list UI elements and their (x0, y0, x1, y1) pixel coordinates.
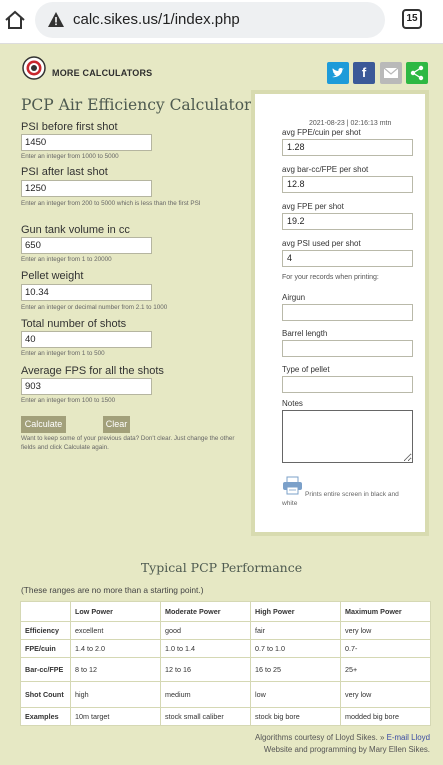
table-cell: low (250, 681, 341, 708)
fpe-cuin-value: 1.28 (282, 139, 413, 156)
table-header-cell: Moderate Power (160, 601, 251, 622)
table-header-row: Low Power Moderate Power High Power Maxi… (20, 601, 431, 622)
table-cell: high (70, 681, 161, 708)
table-cell: 1.0 to 1.4 (160, 639, 251, 658)
avg-psi-label: avg PSI used per shot (282, 239, 361, 248)
tank-volume-input[interactable] (21, 237, 152, 254)
table-cell: good (160, 621, 251, 640)
table-row: Shot Count high medium low very low (20, 681, 431, 708)
twitter-icon[interactable] (327, 62, 349, 84)
pellet-type-input[interactable] (282, 376, 413, 393)
psi-after-hint: Enter an integer from 200 to 5000 which … (21, 200, 201, 207)
email-icon[interactable] (380, 62, 402, 84)
calculate-button[interactable]: Calculate (21, 416, 66, 433)
home-icon[interactable] (4, 9, 26, 31)
pellet-type-label: Type of pellet (282, 365, 330, 374)
avg-fpe-value: 19.2 (282, 213, 413, 230)
table-cell: 12 to 16 (160, 657, 251, 682)
notes-label: Notes (282, 399, 303, 408)
pellet-weight-hint: Enter an integer or decimal number from … (21, 304, 168, 311)
keep-data-note: Want to keep some of your previous data?… (21, 435, 235, 451)
credits-algorithms: Algorithms courtesy of Lloyd Sikes. » (255, 733, 385, 742)
psi-before-input[interactable] (21, 134, 152, 151)
credits: Algorithms courtesy of Lloyd Sikes. » E-… (180, 732, 430, 756)
tab-switcher-button[interactable]: 15 (402, 9, 422, 29)
email-lloyd-link[interactable]: E-mail Lloyd (387, 733, 430, 742)
performance-title: Typical PCP Performance (140, 560, 303, 575)
table-cell: 10m target (70, 707, 161, 726)
clear-button[interactable]: Clear (103, 416, 130, 433)
pellet-weight-input[interactable] (21, 284, 152, 301)
table-cell: modded big bore (340, 707, 431, 726)
table-row: Efficiency excellent good fair very low (20, 621, 431, 640)
table-row: Bar-cc/FPE 8 to 12 12 to 16 16 to 25 25+ (20, 657, 431, 682)
credits-website: Website and programming by Mary Ellen Si… (263, 745, 430, 754)
table-cell: fair (250, 621, 341, 640)
page-title: PCP Air Efficiency Calculator (21, 96, 252, 114)
table-cell: excellent (70, 621, 161, 640)
shot-count-hint: Enter an integer from 1 to 500 (21, 350, 105, 357)
table-cell: 0.7 to 1.0 (250, 639, 341, 658)
bar-cc-fpe-value: 12.8 (282, 176, 413, 193)
barrel-length-label: Barrel length (282, 329, 328, 338)
fpe-cuin-label: avg FPE/cuin per shot (282, 128, 361, 137)
result-timestamp: 2021-08-23 | 02:16:13 mtn (309, 120, 392, 127)
target-logo-icon[interactable] (22, 56, 46, 80)
table-header-cell: Maximum Power (340, 601, 431, 622)
barrel-length-input[interactable] (282, 340, 413, 357)
address-bar[interactable]: calc.sikes.us/1/index.php (35, 2, 385, 38)
table-cell: 25+ (340, 657, 431, 682)
table-cell: stock small caliber (160, 707, 251, 726)
table-cell: 0.7- (340, 639, 431, 658)
table-cell: stock big bore (250, 707, 341, 726)
tank-volume-label: Gun tank volume in cc (21, 224, 130, 236)
table-cell: very low (340, 621, 431, 640)
avg-psi-value: 4 (282, 250, 413, 267)
avg-fps-input[interactable] (21, 378, 152, 395)
browser-toolbar: calc.sikes.us/1/index.php 15 (0, 0, 443, 44)
psi-after-input[interactable] (21, 180, 152, 197)
psi-before-hint: Enter an integer from 1000 to 5000 (21, 153, 119, 160)
shot-count-label: Total number of shots (21, 318, 127, 330)
shot-count-input[interactable] (21, 331, 152, 348)
table-cell: 1.4 to 2.0 (70, 639, 161, 658)
row-header: Examples (20, 707, 71, 726)
psi-before-label: PSI before first shot (21, 121, 118, 133)
performance-table: Low Power Moderate Power High Power Maxi… (20, 601, 431, 726)
facebook-icon[interactable]: f (353, 62, 375, 84)
row-header: Efficiency (20, 621, 71, 640)
airgun-label: Airgun (282, 293, 306, 302)
row-header: FPE/cuin (20, 639, 71, 658)
table-cell: 16 to 25 (250, 657, 341, 682)
avg-fps-hint: Enter an integer from 100 to 1500 (21, 397, 116, 404)
table-header-cell (20, 601, 71, 622)
airgun-input[interactable] (282, 304, 413, 321)
pellet-weight-label: Pellet weight (21, 270, 84, 282)
share-icon[interactable] (406, 62, 428, 84)
table-cell: very low (340, 681, 431, 708)
row-header: Shot Count (20, 681, 71, 708)
performance-subtitle: (These ranges are no more than a startin… (21, 585, 204, 595)
table-cell: 8 to 12 (70, 657, 161, 682)
avg-fpe-label: avg FPE per shot (282, 202, 344, 211)
table-header-cell: Low Power (70, 601, 161, 622)
row-header: Bar-cc/FPE (20, 657, 71, 682)
print-note: Prints entire screen in black and white (282, 491, 399, 507)
avg-fps-label: Average FPS for all the shots (21, 365, 164, 377)
psi-after-label: PSI after last shot (21, 166, 108, 178)
results-panel: 2021-08-23 | 02:16:13 mtn avg FPE/cuin p… (251, 90, 429, 536)
table-row: Examples 10m target stock small caliber … (20, 707, 431, 726)
table-header-cell: High Power (250, 601, 341, 622)
url-text: calc.sikes.us/1/index.php (73, 11, 240, 28)
table-cell: medium (160, 681, 251, 708)
more-calculators-link[interactable]: MORE CALCULATORS (52, 68, 152, 78)
warning-icon[interactable] (47, 11, 65, 29)
notes-textarea[interactable] (282, 410, 413, 463)
tank-volume-hint: Enter an integer from 1 to 20000 (21, 256, 112, 263)
table-row: FPE/cuin 1.4 to 2.0 1.0 to 1.4 0.7 to 1.… (20, 639, 431, 658)
bar-cc-fpe-label: avg bar-cc/FPE per shot (282, 165, 369, 174)
records-note: For your records when printing: (282, 274, 379, 281)
